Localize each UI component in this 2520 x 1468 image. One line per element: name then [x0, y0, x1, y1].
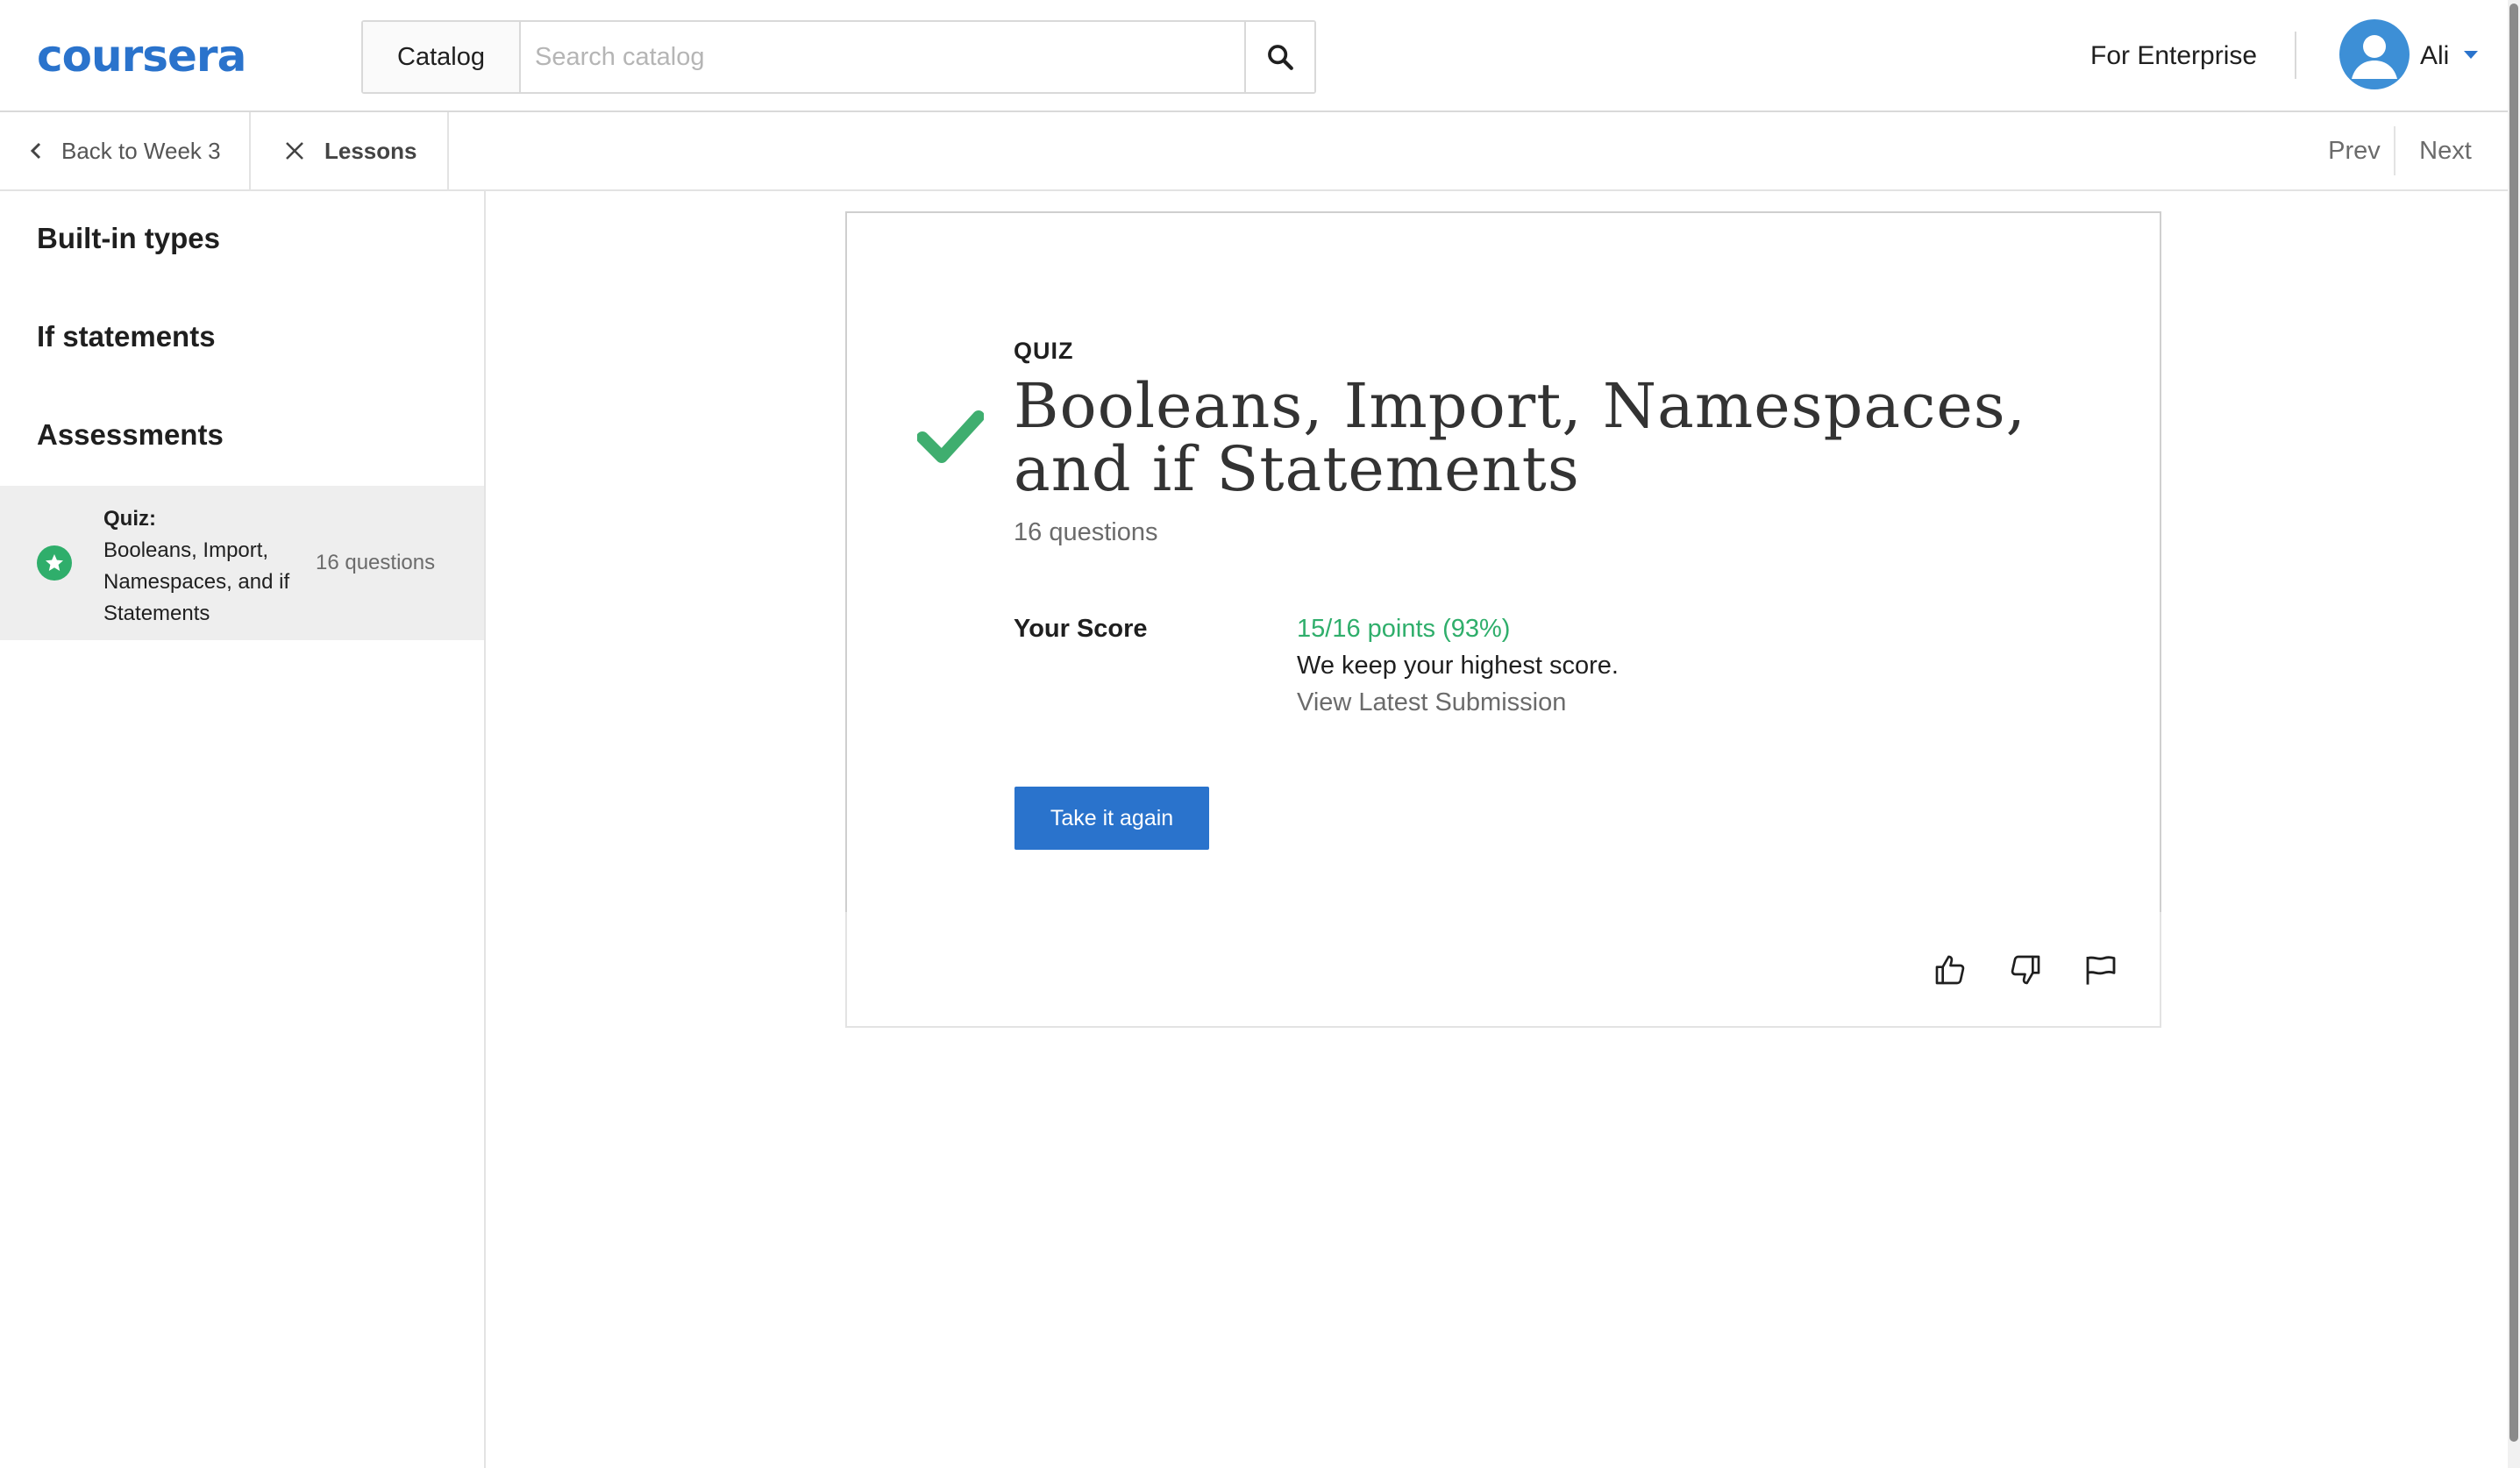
back-to-week-label: Back to Week 3 — [61, 137, 221, 164]
user-icon — [2352, 35, 2397, 79]
nav-divider — [2394, 126, 2395, 175]
sidebar-section-if-statements[interactable]: If statements — [37, 319, 216, 354]
search-button[interactable] — [1244, 22, 1314, 92]
top-header: coursera Catalog For Enterprise Ali — [0, 0, 2508, 112]
catalog-search-group: Catalog — [361, 20, 1316, 94]
quiz-card: QUIZ Booleans, Import, Namespaces, and i… — [845, 211, 2161, 914]
report-flag-button[interactable] — [2080, 949, 2122, 991]
sidebar-section-built-in-types[interactable]: Built-in types — [37, 221, 220, 256]
for-enterprise-link[interactable]: For Enterprise — [2090, 39, 2257, 74]
take-it-again-button[interactable]: Take it again — [1014, 787, 1209, 850]
thumbs-up-icon — [1935, 955, 1965, 985]
quiz-type-label: QUIZ — [1014, 338, 1074, 364]
catalog-button[interactable]: Catalog — [363, 22, 521, 92]
sidebar-section-assessments[interactable]: Assessments — [37, 417, 224, 453]
feedback-bar — [845, 912, 2161, 1028]
view-latest-submission-link[interactable]: View Latest Submission — [1297, 687, 1566, 718]
prev-button[interactable]: Prev — [2315, 112, 2394, 189]
next-button[interactable]: Next — [2397, 112, 2494, 189]
sidebar-item-name: Booleans, Import, Namespaces, and if Sta… — [103, 538, 290, 625]
lesson-nav-bar: Back to Week 3 Lessons Prev Next — [0, 112, 2508, 191]
sidebar-item-count: 16 questions — [316, 551, 436, 574]
score-note: We keep your highest score. — [1297, 652, 1619, 680]
back-to-week-button[interactable]: Back to Week 3 — [0, 112, 251, 189]
thumbs-up-button[interactable] — [1929, 949, 1971, 991]
sidebar-item-title: Quiz: Booleans, Import, Namespaces, and … — [103, 503, 305, 630]
close-icon — [286, 142, 303, 160]
flag-icon — [2086, 956, 2116, 985]
quiz-title: Booleans, Import, Namespaces, and if Sta… — [1014, 370, 2026, 505]
page-scrollbar-thumb[interactable] — [2509, 4, 2518, 1442]
search-input[interactable] — [521, 22, 1244, 92]
header-divider — [2295, 32, 2296, 79]
lessons-label: Lessons — [324, 137, 417, 164]
lessons-toggle-button[interactable]: Lessons — [251, 112, 449, 189]
lesson-sidebar: Built-in types If statements Assessments… — [0, 191, 486, 1468]
chevron-left-icon — [30, 142, 41, 160]
score-label: Your Score — [1014, 615, 1148, 643]
chevron-down-icon[interactable] — [2464, 51, 2478, 59]
sidebar-item-quiz[interactable]: Quiz: Booleans, Import, Namespaces, and … — [0, 486, 484, 640]
thumbs-down-icon — [2011, 955, 2040, 985]
quiz-question-count: 16 questions — [1014, 518, 1158, 546]
completed-star-icon — [37, 545, 72, 581]
score-value: 15/16 points (93%) — [1297, 615, 1511, 643]
user-name[interactable]: Ali — [2420, 39, 2449, 74]
sidebar-item-type: Quiz: — [103, 507, 156, 531]
search-icon — [1268, 45, 1293, 70]
coursera-logo[interactable]: coursera — [37, 32, 246, 81]
checkmark-icon — [917, 410, 984, 463]
thumbs-down-button[interactable] — [2004, 949, 2047, 991]
avatar[interactable] — [2339, 19, 2410, 89]
page: coursera Catalog For Enterprise Ali — [0, 0, 2520, 1468]
